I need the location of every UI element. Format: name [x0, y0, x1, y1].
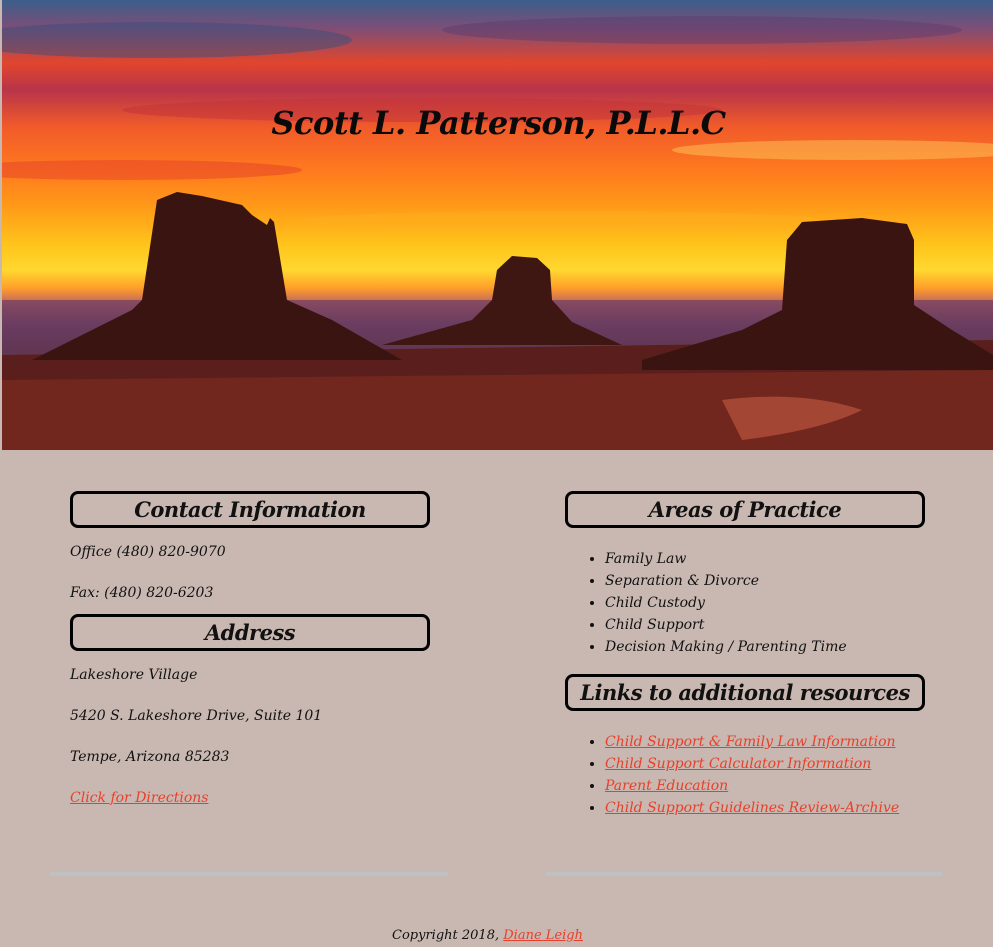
resources-list: Child Support & Family Law Information C… [565, 731, 925, 819]
site-title: Scott L. Patterson, P.L.L.C [271, 104, 726, 142]
practice-column: Areas of Practice Family Law Separation … [565, 491, 925, 819]
list-item: Child Custody [605, 592, 925, 614]
list-item: Child Support Calculator Information [605, 753, 925, 775]
monument-valley-image [2, 16, 993, 450]
footer: Copyright 2018, Diane Leigh [0, 928, 975, 943]
fax-number: Fax: (480) 820-6203 [70, 585, 214, 601]
directions-row: Click for Directions [70, 778, 430, 819]
directions-link[interactable]: Click for Directions [70, 790, 208, 806]
office-phone: Office (480) 820-9070 [70, 544, 226, 560]
list-item: Child Support & Family Law Information [605, 731, 925, 753]
practice-list: Family Law Separation & Divorce Child Cu… [565, 548, 925, 658]
practice-heading: Areas of Practice [565, 491, 925, 528]
divider-left [50, 872, 448, 876]
resource-link-calculator[interactable]: Child Support Calculator Information [605, 756, 871, 772]
address-line-1: Lakeshore Village [70, 667, 198, 683]
copyright-text: Copyright 2018, [392, 928, 504, 943]
address-heading: Address [70, 614, 430, 651]
list-item: Separation & Divorce [605, 570, 925, 592]
list-item: Family Law [605, 548, 925, 570]
contact-column: Contact Information Office (480) 820-907… [70, 491, 430, 819]
resources-heading: Links to additional resources [565, 674, 925, 711]
resource-link-family-law[interactable]: Child Support & Family Law Information [605, 734, 896, 750]
author-link[interactable]: Diane Leigh [503, 928, 583, 943]
list-item: Parent Education [605, 775, 925, 797]
address-line-3: Tempe, Arizona 85283 [70, 749, 230, 765]
contact-heading: Contact Information [70, 491, 430, 528]
address-line-2: 5420 S. Lakeshore Drive, Suite 101 [70, 708, 323, 724]
list-item: Child Support Guidelines Review-Archive [605, 797, 925, 819]
list-item: Decision Making / Parenting Time [605, 636, 925, 658]
list-item: Child Support [605, 614, 925, 636]
resource-link-parent-education[interactable]: Parent Education [605, 778, 728, 794]
resource-link-guidelines-archive[interactable]: Child Support Guidelines Review-Archive [605, 800, 899, 816]
divider-right [545, 872, 943, 876]
hero-banner: Scott L. Patterson, P.L.L.C [2, 0, 993, 450]
